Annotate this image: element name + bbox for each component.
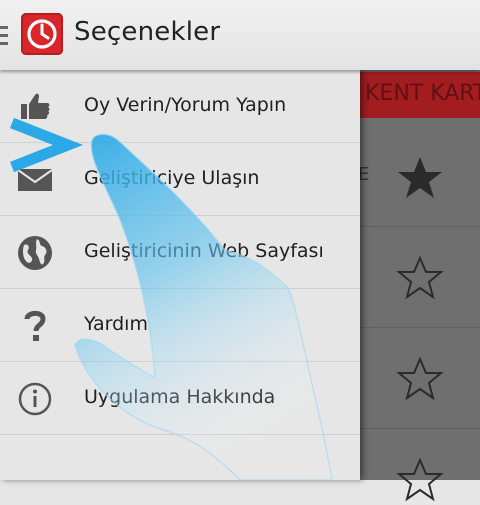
mail-icon [17,169,53,191]
globe-icon [18,236,52,270]
info-icon [18,382,52,416]
star-filled-icon[interactable] [395,153,445,203]
thumbs-up-icon [21,93,50,119]
drawer-item-label: Geliştiriciye Ulaşın [84,167,260,189]
drawer-item-label: Yardım [84,313,148,335]
action-bar: Seçenekler [0,0,480,70]
drawer-item-rate[interactable]: Oy Verin/Yorum Yapın [0,70,360,143]
star-outline-icon[interactable] [395,354,445,404]
drawer-item-label: Geliştiricinin Web Sayfası [84,240,324,262]
question-icon [24,310,46,341]
page-title: Seçenekler [74,17,221,47]
star-outline-icon[interactable] [395,253,445,303]
drawer-item-about[interactable]: Uygulama Hakkında [0,362,360,435]
star-outline-icon[interactable] [395,455,445,505]
content-header-text: KENT KART [365,81,480,106]
drawer-indicator-icon[interactable] [0,26,8,46]
drawer-item-contact[interactable]: Geliştiriciye Ulaşın [0,143,360,216]
drawer-item-website[interactable]: Geliştiricinin Web Sayfası [0,216,360,289]
clock-icon[interactable] [21,13,63,55]
content-header: KENT KART [355,72,480,118]
navigation-drawer: Oy Verin/Yorum Yapın Geliştiriciye Ulaşı… [0,70,360,480]
drawer-item-help[interactable]: Yardım [0,289,360,362]
drawer-item-label: Uygulama Hakkında [84,386,276,408]
drawer-item-label: Oy Verin/Yorum Yapın [84,94,287,116]
